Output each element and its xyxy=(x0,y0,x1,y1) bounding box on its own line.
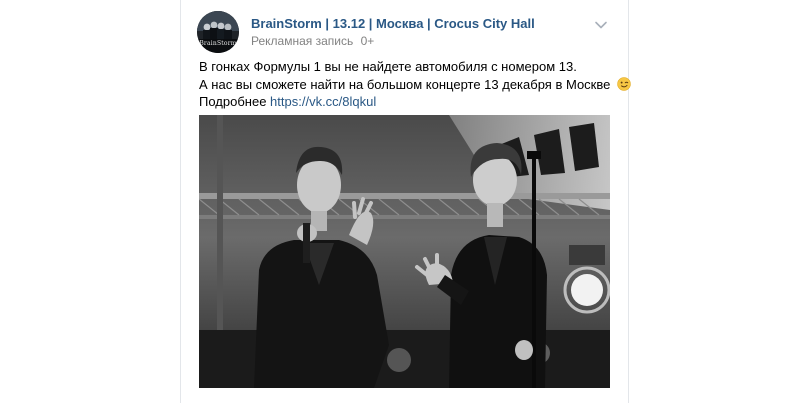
community-name[interactable]: BrainStorm | 13.12 | Москва | Crocus Cit… xyxy=(251,16,535,31)
post-text-line-2: А нас вы сможете найти на большом концер… xyxy=(199,76,611,92)
more-label: Подробнее xyxy=(199,94,267,109)
page: BrainStorm BrainStorm | 13.12 | Москва |… xyxy=(0,0,807,403)
winking-face-icon xyxy=(617,76,631,91)
concert-photo xyxy=(199,115,610,388)
chevron-down-icon[interactable] xyxy=(593,17,609,33)
post-text: В гонках Формулы 1 вы не найдете автомоб… xyxy=(199,58,631,111)
post-photo[interactable] xyxy=(199,115,610,388)
post-card: BrainStorm BrainStorm | 13.12 | Москва |… xyxy=(180,0,631,403)
post-text-line: В гонках Формулы 1 вы не найдете автомоб… xyxy=(199,59,577,74)
post-text-more-line: Подробнее https://vk.cc/8lqkul xyxy=(199,93,609,111)
community-avatar[interactable]: BrainStorm xyxy=(197,11,239,53)
post-text-line: А нас вы сможете найти на большом концер… xyxy=(199,76,631,94)
age-rating: 0+ xyxy=(360,34,375,48)
ad-label: Рекламная запись xyxy=(251,34,354,48)
ad-label-row: Рекламная запись 0+ xyxy=(251,34,374,48)
avatar-logo-text: BrainStorm xyxy=(199,40,237,47)
post-header: BrainStorm BrainStorm | 13.12 | Москва |… xyxy=(181,0,628,56)
post-link[interactable]: https://vk.cc/8lqkul xyxy=(270,94,376,109)
